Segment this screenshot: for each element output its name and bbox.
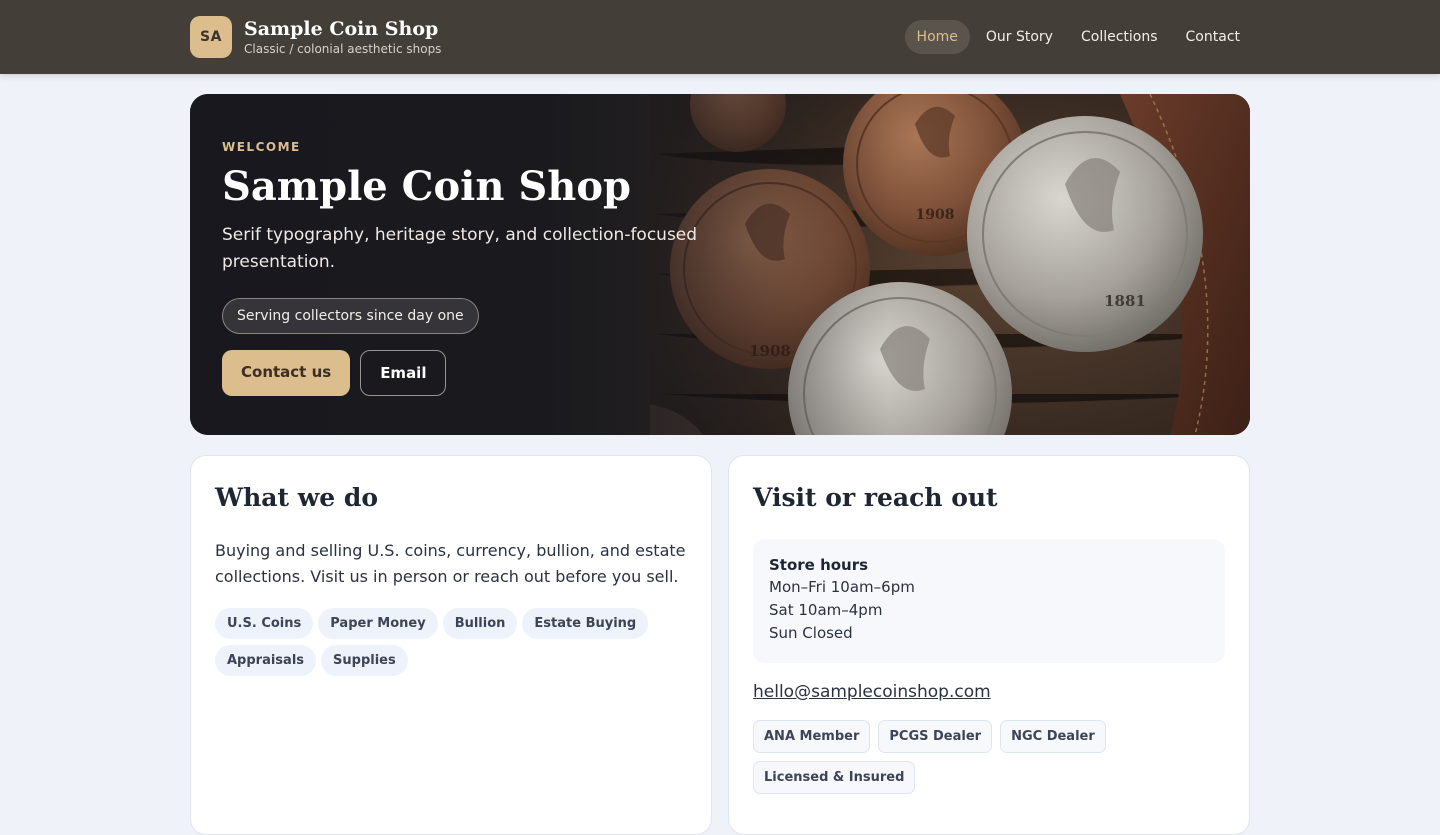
hero-title: Sample Coin Shop bbox=[222, 163, 632, 210]
hero-content: WELCOME Sample Coin Shop Serif typograph… bbox=[222, 140, 742, 396]
brand-name: Sample Coin Shop bbox=[244, 18, 439, 40]
logo-badge: SA bbox=[190, 16, 232, 58]
email-link[interactable]: hello@samplecoinshop.com bbox=[753, 682, 1225, 702]
badge-pcgs-dealer: PCGS Dealer bbox=[878, 720, 993, 753]
tag-estate-buying: Estate Buying bbox=[522, 608, 649, 639]
hours-saturday: Sat 10am–4pm bbox=[769, 601, 883, 619]
badge-licensed-insured: Licensed & Insured bbox=[753, 761, 916, 794]
coin-year-3: 1881 bbox=[1104, 292, 1146, 310]
contact-us-button[interactable]: Contact us bbox=[222, 350, 351, 396]
brand-text: Sample Coin Shop Classic / colonial aest… bbox=[244, 18, 441, 56]
hero-subtitle: Serif typography, heritage story, and co… bbox=[222, 225, 698, 272]
store-hours-box: Store hours Mon–Fri 10am–6pm Sat 10am–4p… bbox=[753, 539, 1225, 663]
badge-ana-member: ANA Member bbox=[753, 720, 871, 753]
what-we-do-title: What we do bbox=[215, 483, 378, 512]
brand-tagline: Classic / colonial aesthetic shops bbox=[244, 42, 442, 56]
hero-eyebrow: WELCOME bbox=[222, 140, 301, 154]
service-tags: U.S. Coins Paper Money Bullion Estate Bu… bbox=[215, 608, 655, 677]
tag-appraisals: Appraisals bbox=[215, 645, 317, 676]
header-inner: SA Sample Coin Shop Classic / colonial a… bbox=[190, 0, 1250, 74]
brand[interactable]: SA Sample Coin Shop Classic / colonial a… bbox=[190, 16, 441, 58]
hours-sunday: Sun Closed bbox=[769, 624, 853, 642]
visit-card: Visit or reach out Store hours Mon–Fri 1… bbox=[728, 455, 1250, 835]
nav-home[interactable]: Home bbox=[904, 20, 970, 54]
site-header: SA Sample Coin Shop Classic / colonial a… bbox=[0, 0, 1440, 74]
credential-badges: ANA Member PCGS Dealer NGC Dealer Licens… bbox=[753, 720, 1133, 794]
main-nav: Home Our Story Collections Contact bbox=[904, 20, 1252, 54]
email-button[interactable]: Email bbox=[360, 350, 447, 396]
tag-supplies: Supplies bbox=[321, 645, 408, 676]
nav-contact[interactable]: Contact bbox=[1174, 20, 1252, 54]
tag-bullion: Bullion bbox=[442, 608, 518, 639]
visit-title: Visit or reach out bbox=[753, 483, 998, 512]
hero-actions: Contact us Email bbox=[222, 350, 742, 396]
nav-collections[interactable]: Collections bbox=[1069, 20, 1170, 54]
what-we-do-card: What we do Buying and selling U.S. coins… bbox=[190, 455, 712, 835]
tag-us-coins: U.S. Coins bbox=[215, 608, 314, 639]
hours-weekday: Mon–Fri 10am–6pm bbox=[769, 578, 915, 596]
what-we-do-text: Buying and selling U.S. coins, currency,… bbox=[215, 541, 686, 586]
store-hours-title: Store hours bbox=[769, 556, 869, 574]
hero-banner: 1908 1908 1881 WELCOME Sample Coin Shop … bbox=[190, 94, 1250, 435]
badge-ngc-dealer: NGC Dealer bbox=[1000, 720, 1106, 753]
tag-paper-money: Paper Money bbox=[318, 608, 438, 639]
nav-our-story[interactable]: Our Story bbox=[974, 20, 1065, 54]
coin-year-2: 1908 bbox=[916, 207, 955, 223]
hero-pill: Serving collectors since day one bbox=[222, 298, 479, 334]
